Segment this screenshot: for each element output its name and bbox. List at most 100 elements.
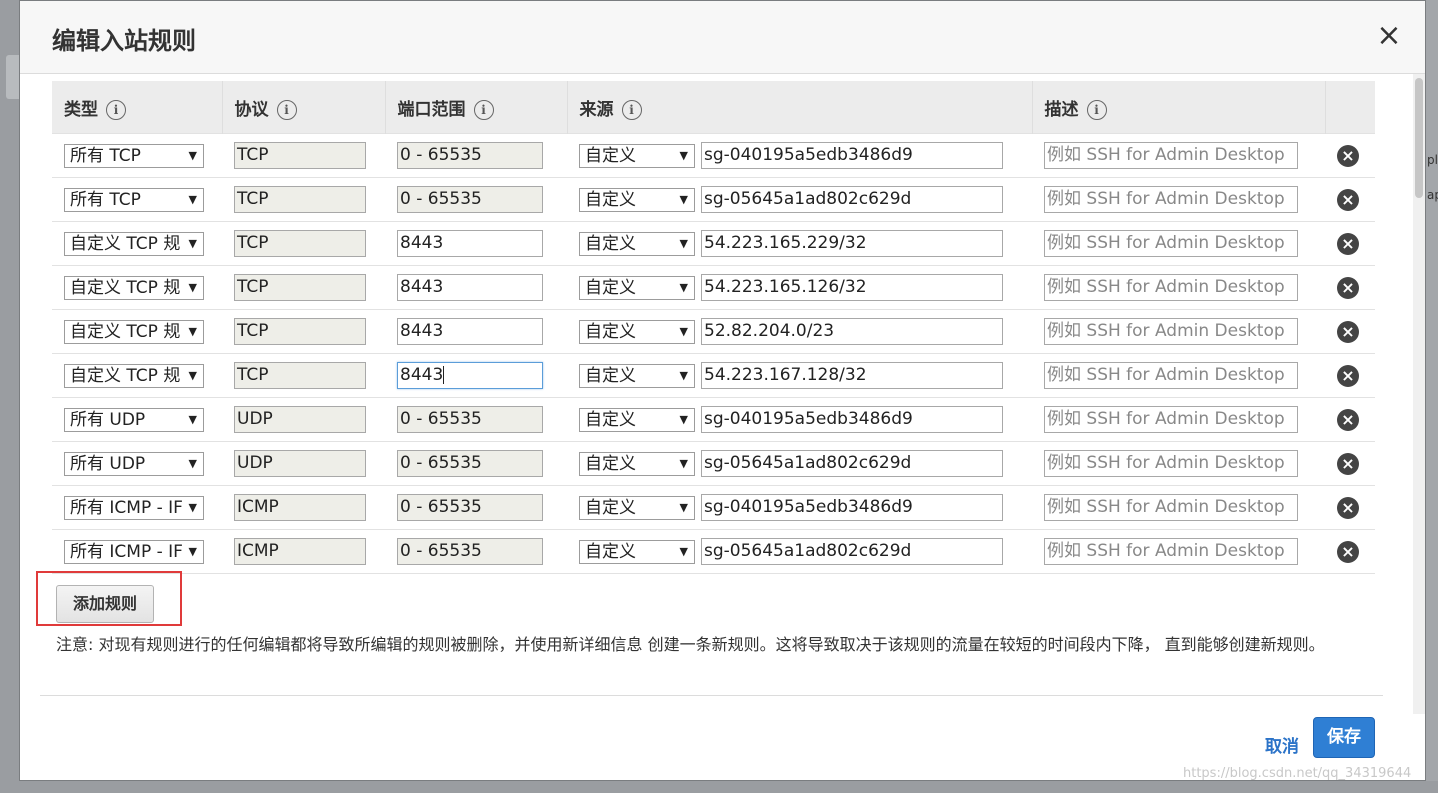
remove-rule-icon[interactable]: ×	[1337, 452, 1359, 475]
rule-type-select[interactable]: 所有 TCP ▼	[64, 187, 204, 212]
dropdown-arrow-icon: ▼	[188, 544, 197, 558]
protocol-field: TCP	[234, 318, 366, 345]
background-tab-handle	[6, 55, 19, 99]
add-rule-button[interactable]: 添加规则	[56, 585, 154, 623]
remove-rule-icon[interactable]: ×	[1337, 188, 1359, 211]
rule-type-select[interactable]: 所有 TCP ▼	[64, 143, 204, 168]
rule-type-select[interactable]: 所有 ICMP - IF ▼	[64, 539, 204, 564]
rule-type-select[interactable]: 自定义 TCP 规 ▼	[64, 275, 204, 300]
dropdown-arrow-icon: ▼	[679, 544, 688, 558]
description-input[interactable]: 例如 SSH for Admin Desktop	[1044, 318, 1298, 345]
description-input[interactable]: 例如 SSH for Admin Desktop	[1044, 538, 1298, 565]
dropdown-arrow-icon: ▼	[188, 500, 197, 514]
source-type-select[interactable]: 自定义 ▼	[579, 451, 695, 476]
description-input[interactable]: 例如 SSH for Admin Desktop	[1044, 274, 1298, 301]
source-type-select[interactable]: 自定义 ▼	[579, 319, 695, 344]
remove-rule-icon[interactable]: ×	[1337, 276, 1359, 299]
source-type-select[interactable]: 自定义 ▼	[579, 363, 695, 388]
port-range-input: 0 - 65535	[397, 186, 543, 213]
remove-rule-icon[interactable]: ×	[1337, 540, 1359, 563]
dropdown-arrow-icon: ▼	[188, 236, 197, 250]
description-input[interactable]: 例如 SSH for Admin Desktop	[1044, 362, 1298, 389]
description-input[interactable]: 例如 SSH for Admin Desktop	[1044, 230, 1298, 257]
source-input[interactable]: sg-05645a1ad802c629d	[701, 538, 1003, 565]
source-input[interactable]: sg-05645a1ad802c629d	[701, 186, 1003, 213]
source-type-select[interactable]: 自定义 ▼	[579, 495, 695, 520]
description-input[interactable]: 例如 SSH for Admin Desktop	[1044, 406, 1298, 433]
protocol-cell: TCP	[222, 221, 385, 266]
dropdown-arrow-icon: ▼	[188, 148, 197, 162]
info-icon[interactable]: i	[473, 99, 494, 120]
table-row: 所有 ICMP - IF ▼ ICMP 0 - 65535 自定义 ▼ sg-040195a…	[52, 485, 1375, 530]
description-input[interactable]: 例如 SSH for Admin Desktop	[1044, 186, 1298, 213]
source-input[interactable]: 54.223.167.128/32	[701, 362, 1003, 389]
info-icon[interactable]: i	[621, 99, 642, 120]
cancel-button[interactable]: 取消	[1265, 732, 1299, 757]
remove-cell: ×	[1325, 353, 1375, 398]
source-input[interactable]: sg-040195a5edb3486d9	[701, 406, 1003, 433]
column-header-description: 描述 i	[1032, 81, 1326, 134]
port-cell: 0 - 65535	[385, 441, 567, 486]
port-range-value: 0 - 65535	[400, 541, 482, 561]
dropdown-arrow-icon: ▼	[679, 148, 688, 162]
description-input[interactable]: 例如 SSH for Admin Desktop	[1044, 142, 1298, 169]
background-text-fragment: ap	[1427, 188, 1438, 202]
rule-type-select[interactable]: 所有 UDP ▼	[64, 451, 204, 476]
port-range-input[interactable]: 8443	[397, 318, 543, 345]
rule-type-select[interactable]: 所有 ICMP - IF ▼	[64, 495, 204, 520]
source-cell: 自定义 ▼ sg-05645a1ad802c629d	[567, 177, 1032, 222]
dropdown-arrow-icon: ▼	[679, 456, 688, 470]
rule-type-select[interactable]: 自定义 TCP 规 ▼	[64, 231, 204, 256]
info-icon[interactable]: i	[106, 99, 126, 120]
rule-type-value: 所有 ICMP - IF	[70, 541, 183, 562]
remove-rule-icon[interactable]: ×	[1337, 364, 1359, 387]
remove-cell: ×	[1325, 485, 1375, 530]
source-input[interactable]: 54.223.165.229/32	[701, 230, 1003, 257]
source-input[interactable]: 52.82.204.0/23	[701, 318, 1003, 345]
source-type-select[interactable]: 自定义 ▼	[579, 407, 695, 432]
source-cell: 自定义 ▼ sg-040195a5edb3486d9	[567, 485, 1032, 530]
info-icon[interactable]: i	[1086, 99, 1107, 120]
remove-rule-icon[interactable]: ×	[1337, 320, 1359, 343]
source-type-select[interactable]: 自定义 ▼	[579, 143, 695, 168]
rule-type-select[interactable]: 自定义 TCP 规 ▼	[64, 319, 204, 344]
rule-type-select[interactable]: 所有 UDP ▼	[64, 407, 204, 432]
rule-type-value: 所有 UDP	[70, 409, 146, 430]
source-type-select[interactable]: 自定义 ▼	[579, 539, 695, 564]
source-input[interactable]: sg-040195a5edb3486d9	[701, 142, 1003, 169]
remove-rule-icon[interactable]: ×	[1337, 144, 1359, 167]
source-type-value: 自定义	[585, 541, 636, 562]
remove-rule-icon[interactable]: ×	[1337, 408, 1359, 431]
type-cell: 自定义 TCP 规 ▼	[52, 309, 222, 354]
remove-cell: ×	[1325, 133, 1375, 178]
port-range-input[interactable]: 8443	[397, 362, 543, 389]
description-input[interactable]: 例如 SSH for Admin Desktop	[1044, 494, 1298, 521]
column-header-type: 类型 i	[52, 81, 223, 134]
description-input[interactable]: 例如 SSH for Admin Desktop	[1044, 450, 1298, 477]
source-type-select[interactable]: 自定义 ▼	[579, 187, 695, 212]
source-cell: 自定义 ▼ 52.82.204.0/23	[567, 309, 1032, 354]
source-type-select[interactable]: 自定义 ▼	[579, 275, 695, 300]
port-cell: 0 - 65535	[385, 133, 567, 178]
rule-type-select[interactable]: 自定义 TCP 规 ▼	[64, 363, 204, 388]
remove-rule-icon[interactable]: ×	[1337, 496, 1359, 519]
port-range-input[interactable]: 8443	[397, 274, 543, 301]
type-cell: 所有 ICMP - IF ▼	[52, 529, 222, 574]
port-range-input[interactable]: 8443	[397, 230, 543, 257]
protocol-cell: ICMP	[222, 529, 385, 574]
source-input[interactable]: 54.223.165.126/32	[701, 274, 1003, 301]
source-input[interactable]: sg-040195a5edb3486d9	[701, 494, 1003, 521]
port-cell: 8443	[385, 353, 567, 398]
dropdown-arrow-icon: ▼	[188, 412, 197, 426]
source-type-select[interactable]: 自定义 ▼	[579, 231, 695, 256]
type-cell: 所有 TCP ▼	[52, 133, 222, 178]
info-icon[interactable]: i	[276, 99, 297, 120]
scrollbar-thumb[interactable]	[1415, 78, 1423, 198]
background-text-fragment: pl	[1427, 153, 1438, 167]
dialog-scrollbar[interactable]	[1413, 74, 1425, 714]
close-icon[interactable]: ×	[1375, 21, 1403, 51]
source-input[interactable]: sg-05645a1ad802c629d	[701, 450, 1003, 477]
save-button[interactable]: 保存	[1313, 717, 1375, 758]
port-range-input: 0 - 65535	[397, 406, 543, 433]
remove-rule-icon[interactable]: ×	[1337, 232, 1359, 255]
